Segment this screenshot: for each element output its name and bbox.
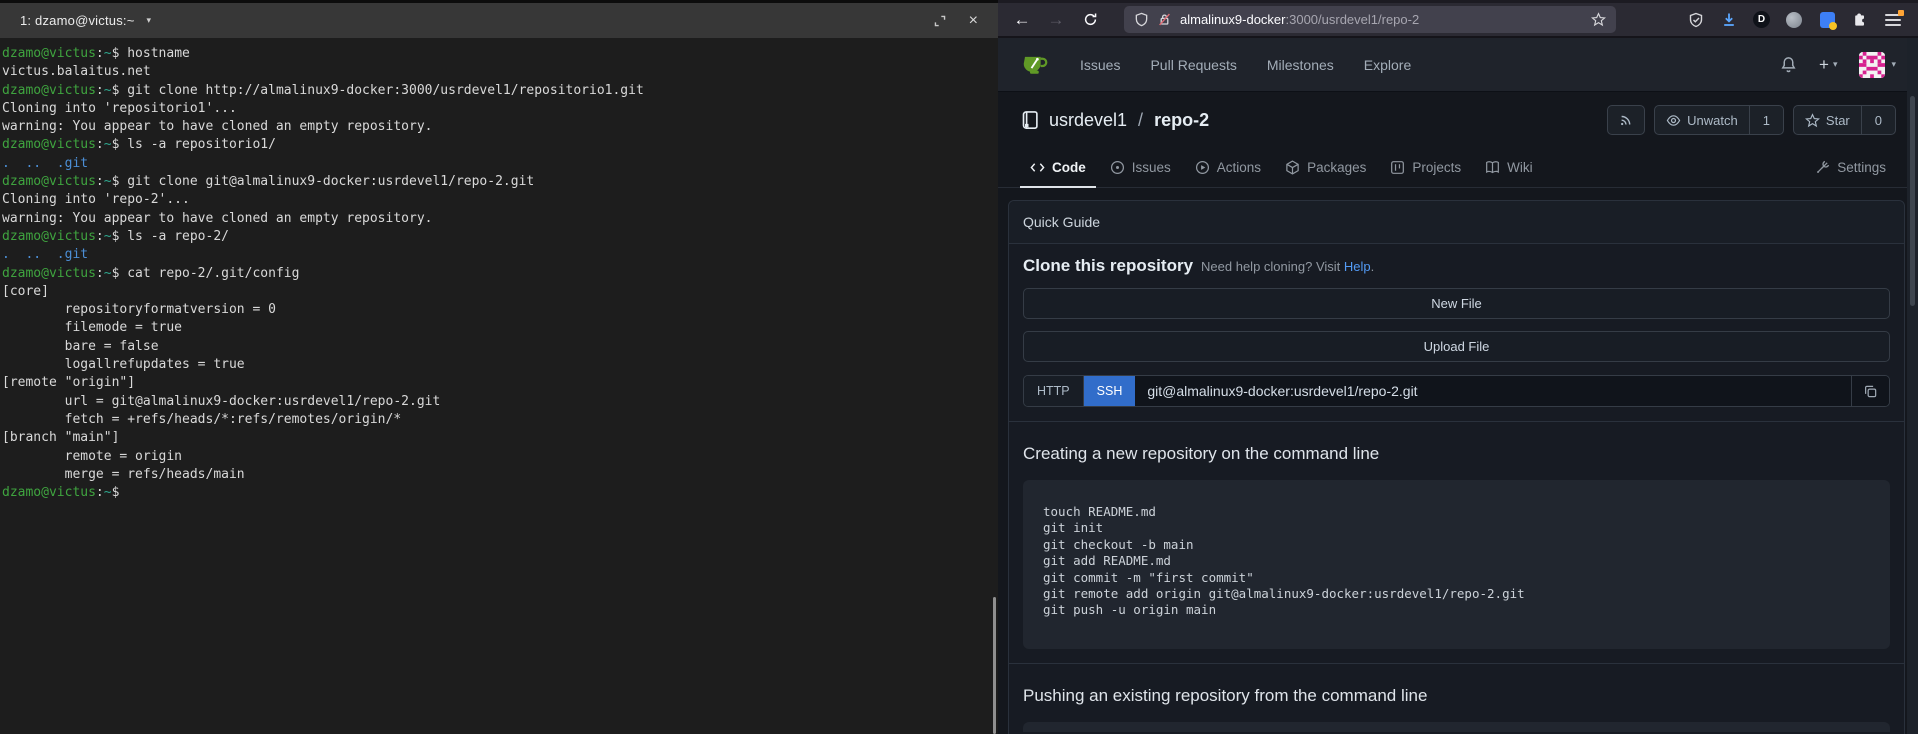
extension-sphere-icon[interactable]: [1785, 11, 1803, 29]
http-toggle-button[interactable]: HTTP: [1024, 376, 1084, 406]
wiki-icon: [1485, 160, 1500, 175]
pushing-repo-section: Pushing an existing repository from the …: [1009, 663, 1904, 734]
user-menu-caret-icon: ▾: [1891, 59, 1896, 70]
creating-repo-section: Creating a new repository on the command…: [1009, 421, 1904, 663]
url-bar[interactable]: almalinux9-docker:3000/usrdevel1/repo-2: [1124, 6, 1616, 33]
menu-icon[interactable]: [1884, 11, 1902, 29]
tab-issues[interactable]: Issues: [1100, 160, 1181, 188]
clone-url-input[interactable]: git@almalinux9-docker:usrdevel1/repo-2.g…: [1135, 376, 1851, 406]
browser-window: ← → almalinux9-docker:3000/usrdevel: [998, 0, 1918, 734]
repo-owner[interactable]: usrdevel1: [1049, 110, 1127, 131]
terminal-title: 1: dzamo@victus:~: [20, 13, 135, 28]
creating-heading: Creating a new repository on the command…: [1023, 444, 1890, 464]
projects-icon: [1390, 160, 1405, 175]
actions-icon: [1195, 160, 1210, 175]
clone-url-group: HTTP SSH git@almalinux9-docker:usrdevel1…: [1023, 375, 1890, 407]
insecure-lock-icon[interactable]: [1157, 12, 1172, 27]
pushing-heading: Pushing an existing repository from the …: [1023, 686, 1890, 706]
page-scrollbar-thumb[interactable]: [1910, 96, 1915, 306]
gitea-logo[interactable]: [1020, 50, 1050, 80]
nav-pull-requests[interactable]: Pull Requests: [1150, 57, 1236, 73]
repo-content: Quick Guide Clone this repository Need h…: [998, 188, 1918, 734]
settings-tools-icon: [1815, 160, 1830, 175]
user-menu[interactable]: ▾: [1859, 52, 1896, 78]
stars-count[interactable]: 0: [1861, 106, 1895, 134]
tab-settings[interactable]: Settings: [1805, 160, 1896, 188]
terminal-restore-icon[interactable]: [933, 14, 947, 28]
avatar: [1859, 52, 1885, 78]
ssh-toggle-button[interactable]: SSH: [1084, 376, 1136, 406]
url-host: almalinux9-docker: [1180, 12, 1286, 27]
rss-feed-button[interactable]: [1607, 105, 1645, 135]
quick-guide-panel: Quick Guide Clone this repository Need h…: [1008, 200, 1905, 734]
upload-file-button[interactable]: Upload File: [1023, 331, 1890, 362]
terminal-scrollbar[interactable]: [993, 597, 996, 734]
gitea-page: Issues Pull Requests Milestones Explore …: [998, 36, 1918, 734]
tab-wiki[interactable]: Wiki: [1475, 160, 1543, 188]
nav-issues[interactable]: Issues: [1080, 57, 1120, 73]
menu-badge: [1898, 10, 1904, 16]
download-icon[interactable]: [1720, 11, 1738, 29]
eye-icon: [1666, 113, 1681, 128]
tab-projects[interactable]: Projects: [1380, 160, 1471, 188]
create-new-caret-icon: ▾: [1833, 59, 1838, 70]
tab-code[interactable]: Code: [1020, 160, 1096, 188]
nav-milestones[interactable]: Milestones: [1267, 57, 1334, 73]
shield-icon[interactable]: [1134, 12, 1149, 27]
repo-header: usrdevel1 / repo-2: [998, 92, 1918, 148]
create-new-button[interactable]: + ▾: [1819, 55, 1837, 75]
repo-icon: [1020, 110, 1040, 130]
extension-puzzle-icon[interactable]: [1851, 11, 1869, 29]
star-icon: [1805, 113, 1820, 128]
unwatch-button-group: Unwatch 1: [1654, 105, 1784, 135]
tab-actions[interactable]: Actions: [1185, 160, 1271, 188]
tab-packages[interactable]: Packages: [1275, 160, 1376, 188]
package-icon: [1285, 160, 1300, 175]
star-button[interactable]: Star: [1794, 106, 1861, 134]
gitea-navbar: Issues Pull Requests Milestones Explore …: [998, 38, 1918, 92]
unwatch-button[interactable]: Unwatch: [1655, 106, 1749, 134]
bookmark-star-icon[interactable]: [1591, 12, 1606, 27]
url-path: :3000/usrdevel1/repo-2: [1286, 12, 1420, 27]
code-icon: [1030, 160, 1045, 175]
forward-button[interactable]: →: [1042, 7, 1070, 33]
copy-icon: [1863, 384, 1878, 399]
watchers-count[interactable]: 1: [1749, 106, 1783, 134]
new-file-button[interactable]: New File: [1023, 288, 1890, 319]
clone-heading: Clone this repository: [1023, 256, 1193, 276]
pushing-code-block: [1023, 722, 1890, 732]
terminal-titlebar[interactable]: 1: dzamo@victus:~ ▾ ×: [0, 0, 998, 38]
notifications-bell-icon[interactable]: [1780, 56, 1797, 73]
reload-button[interactable]: [1076, 7, 1104, 33]
repo-tabs: Code Issues Actions Packages: [998, 148, 1918, 188]
extension-icons: D: [1687, 11, 1908, 29]
quick-guide-title: Quick Guide: [1009, 201, 1904, 244]
repo-name[interactable]: repo-2: [1154, 110, 1209, 131]
extension-d-icon[interactable]: D: [1753, 11, 1770, 28]
page-scrollbar[interactable]: [1907, 38, 1918, 734]
protections-shield-icon[interactable]: [1687, 11, 1705, 29]
help-link[interactable]: Help: [1344, 259, 1371, 274]
nav-explore[interactable]: Explore: [1364, 57, 1411, 73]
browser-toolbar: ← → almalinux9-docker:3000/usrdevel: [998, 0, 1918, 36]
clone-section: Clone this repository Need help cloning?…: [1009, 244, 1904, 421]
terminal-output[interactable]: dzamo@victus:~$ hostnamevictus.balaitus.…: [0, 38, 998, 502]
issue-icon: [1110, 160, 1125, 175]
extension-doc-icon[interactable]: [1818, 11, 1836, 29]
back-button[interactable]: ←: [1008, 7, 1036, 33]
creating-code-block: touch README.mdgit initgit checkout -b m…: [1023, 480, 1890, 649]
copy-url-button[interactable]: [1851, 376, 1889, 406]
terminal-title-caret-icon[interactable]: ▾: [147, 15, 152, 26]
star-button-group: Star 0: [1793, 105, 1896, 135]
terminal-window: 1: dzamo@victus:~ ▾ × dzamo@victus:~$ ho…: [0, 0, 998, 734]
terminal-close-icon[interactable]: ×: [969, 13, 978, 29]
